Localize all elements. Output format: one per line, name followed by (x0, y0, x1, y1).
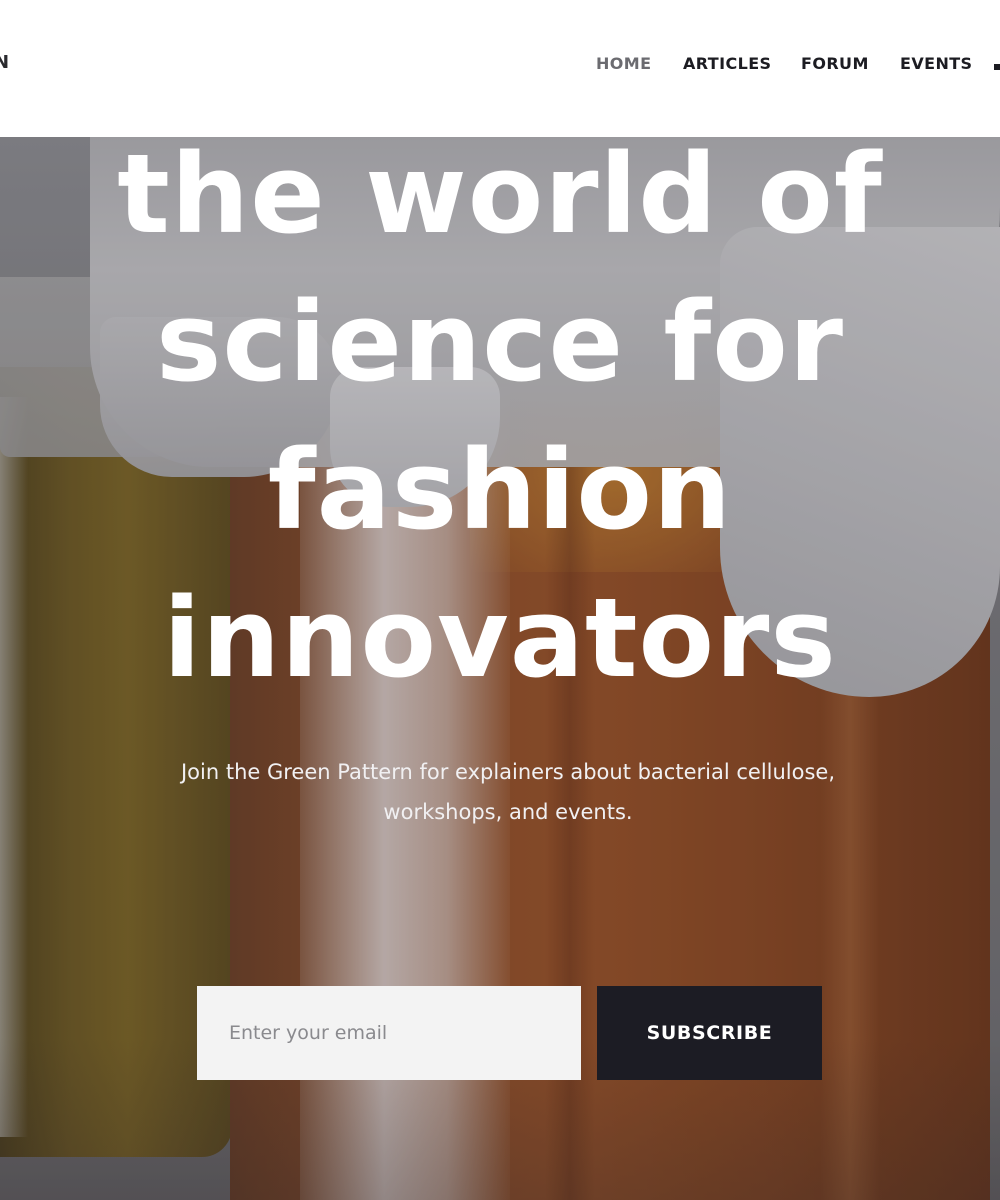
nav-item-articles[interactable]: ARTICLES (683, 54, 771, 73)
hero-headline: the world of science for fashion innovat… (0, 120, 1000, 712)
hero-subtitle: Join the Green Pattern for explainers ab… (100, 752, 916, 832)
headline-line: fashion (267, 426, 733, 554)
nav-item-events[interactable]: EVENTS (900, 54, 972, 73)
main-navigation: HOME ARTICLES FORUM EVENTS (0, 54, 1000, 78)
page: N HOME ARTICLES FORUM EVENTS the world o… (0, 0, 1000, 1200)
headline-line: the world of (117, 130, 883, 258)
email-input[interactable] (197, 986, 581, 1080)
nav-item-forum[interactable]: FORUM (801, 54, 869, 73)
headline-line: science for (155, 278, 845, 406)
subtitle-line: workshops, and events. (383, 800, 633, 824)
subtitle-line: Join the Green Pattern for explainers ab… (180, 760, 836, 784)
newsletter-signup-form: SUBSCRIBE (197, 986, 822, 1080)
site-header: N HOME ARTICLES FORUM EVENTS (0, 0, 1000, 137)
headline-line: innovators (163, 574, 837, 702)
nav-overflow-edge (994, 64, 1000, 70)
nav-item-home[interactable]: HOME (596, 54, 651, 73)
subscribe-button[interactable]: SUBSCRIBE (597, 986, 822, 1080)
